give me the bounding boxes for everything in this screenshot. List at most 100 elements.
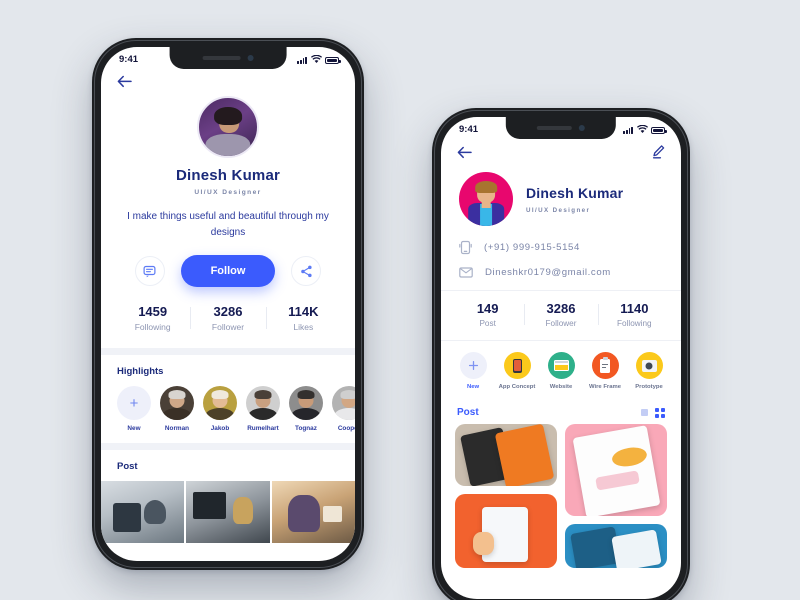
section-divider [101,443,355,450]
highlight-photo [332,386,355,420]
stat-label: Following [617,319,652,328]
category-prototype[interactable]: Prototype [627,352,671,390]
post-thumbs-row [101,481,355,543]
profile-avatar-wrap [101,96,355,158]
stat-follower[interactable]: 3286 Follower [190,304,265,332]
stat-following[interactable]: 1459 Following [115,304,190,332]
back-arrow-icon[interactable] [457,146,472,159]
profile-role: UI/UX Designer [194,189,262,196]
nav-bar-right [441,137,681,161]
browser-window-icon [547,352,575,379]
stat-label: Follower [545,319,577,328]
post-card[interactable] [455,424,557,486]
highlight-photo [246,386,280,420]
highlight-photo [203,386,237,420]
speaker-icon [536,126,573,130]
stat-label: Following [134,322,171,332]
post-thumb[interactable] [101,481,185,543]
stat-value: 149 [476,301,499,316]
phone-left-screen: 9:41 Dinesh Kumar UI/UX Designer I make … [101,47,355,561]
mobile-app-icon [503,352,531,379]
category-app-concept[interactable]: App Concept [495,352,539,390]
section-divider [101,348,355,355]
signal-bars-icon [297,56,307,64]
follow-button[interactable]: Follow [180,255,276,287]
status-icons [623,125,667,134]
stat-value: 3286 [546,301,576,316]
edit-pencil-icon[interactable] [652,145,665,159]
post-card[interactable] [565,524,667,568]
highlight-photo [289,386,323,420]
phone-icon [459,240,472,255]
highlight-item[interactable]: Cooper [332,386,355,432]
stat-label: Likes [293,322,314,332]
highlight-label: Rumelhart [247,425,279,432]
wifi-icon [310,55,322,63]
profile-photo [197,96,259,158]
profile-bio: I make things useful and beautiful throu… [127,211,329,238]
category-row: New App Concept Website Wire Frame Proto… [441,341,681,400]
highlight-item[interactable]: Tognaz [289,386,323,432]
highlight-photo [160,386,194,420]
single-view-icon[interactable] [641,409,648,416]
highlight-item[interactable]: Rumelhart [246,386,280,432]
post-card[interactable] [455,494,557,568]
stat-follower[interactable]: 3286 Follower [524,301,597,328]
highlight-label: Cooper [337,425,355,432]
contact-email-row[interactable]: Dineshkr0179@gmail.com [459,267,663,278]
category-label: Website [549,384,573,390]
plus-icon [459,352,487,379]
stat-label: Post [479,319,496,328]
profile-header-right: Dinesh Kumar UI/UX Designer [441,161,681,226]
highlight-add[interactable]: + New [117,386,151,432]
post-thumb[interactable] [186,481,270,543]
stats-row-left: 1459 Following 3286 Follower 114K Likes [101,304,355,348]
highlight-label: New [127,425,141,432]
post-grid [441,424,681,568]
nav-bar-left [101,67,355,90]
highlights-row[interactable]: + New Norman Jakob Rumelhart Tognaz Coop [101,377,355,443]
highlight-item[interactable]: Jakob [203,386,237,432]
phone-right: 9:41 Dinesh Kumar UI/UX Designer (+91) 9… [432,108,690,600]
grid-view-icon[interactable] [655,407,665,418]
category-wire-frame[interactable]: Wire Frame [583,352,627,390]
stat-likes[interactable]: 114K Likes [265,304,341,332]
plus-icon: + [117,386,151,420]
highlight-label: Norman [164,425,190,432]
contact-phone-row[interactable]: (+91) 999-915-5154 [459,240,663,255]
status-icons [297,55,341,64]
stat-value: 3286 [213,304,243,319]
post-card[interactable] [565,424,667,516]
notch [505,117,617,139]
stat-following[interactable]: 1140 Following [597,301,671,328]
back-arrow-icon[interactable] [117,75,132,88]
notch [169,47,287,69]
category-label: Wire Frame [588,384,622,390]
contact-email-text: Dineshkr0179@gmail.com [485,267,611,278]
profile-name: Dinesh Kumar [175,167,281,184]
status-time: 9:41 [459,124,479,135]
post-column-left [455,424,557,568]
message-button[interactable] [134,256,165,286]
post-thumb[interactable] [271,481,355,543]
chat-bubble-icon [143,265,156,277]
contact-phone-text: (+91) 999-915-5154 [484,242,580,253]
highlight-label: Jakob [210,425,230,432]
camera-icon [579,125,586,131]
category-label: New [466,384,480,390]
phone-right-screen: 9:41 Dinesh Kumar UI/UX Designer (+91) 9… [441,117,681,599]
category-website[interactable]: Website [539,352,583,390]
highlight-item[interactable]: Norman [160,386,194,432]
category-label: Prototype [635,384,663,390]
profile-actions: Follow [101,255,355,287]
profile-text: Dinesh Kumar UI/UX Designer [526,185,623,214]
stat-post[interactable]: 149 Post [451,301,524,328]
phone-left: 9:41 Dinesh Kumar UI/UX Designer I make … [92,38,364,570]
category-new[interactable]: New [451,352,495,390]
share-button[interactable] [291,256,322,286]
highlight-label: Tognaz [295,425,317,432]
category-label: App Concept [498,384,536,390]
post-title-right: Post [457,407,479,418]
profile-role: UI/UX Designer [526,206,591,214]
battery-icon [651,126,667,134]
